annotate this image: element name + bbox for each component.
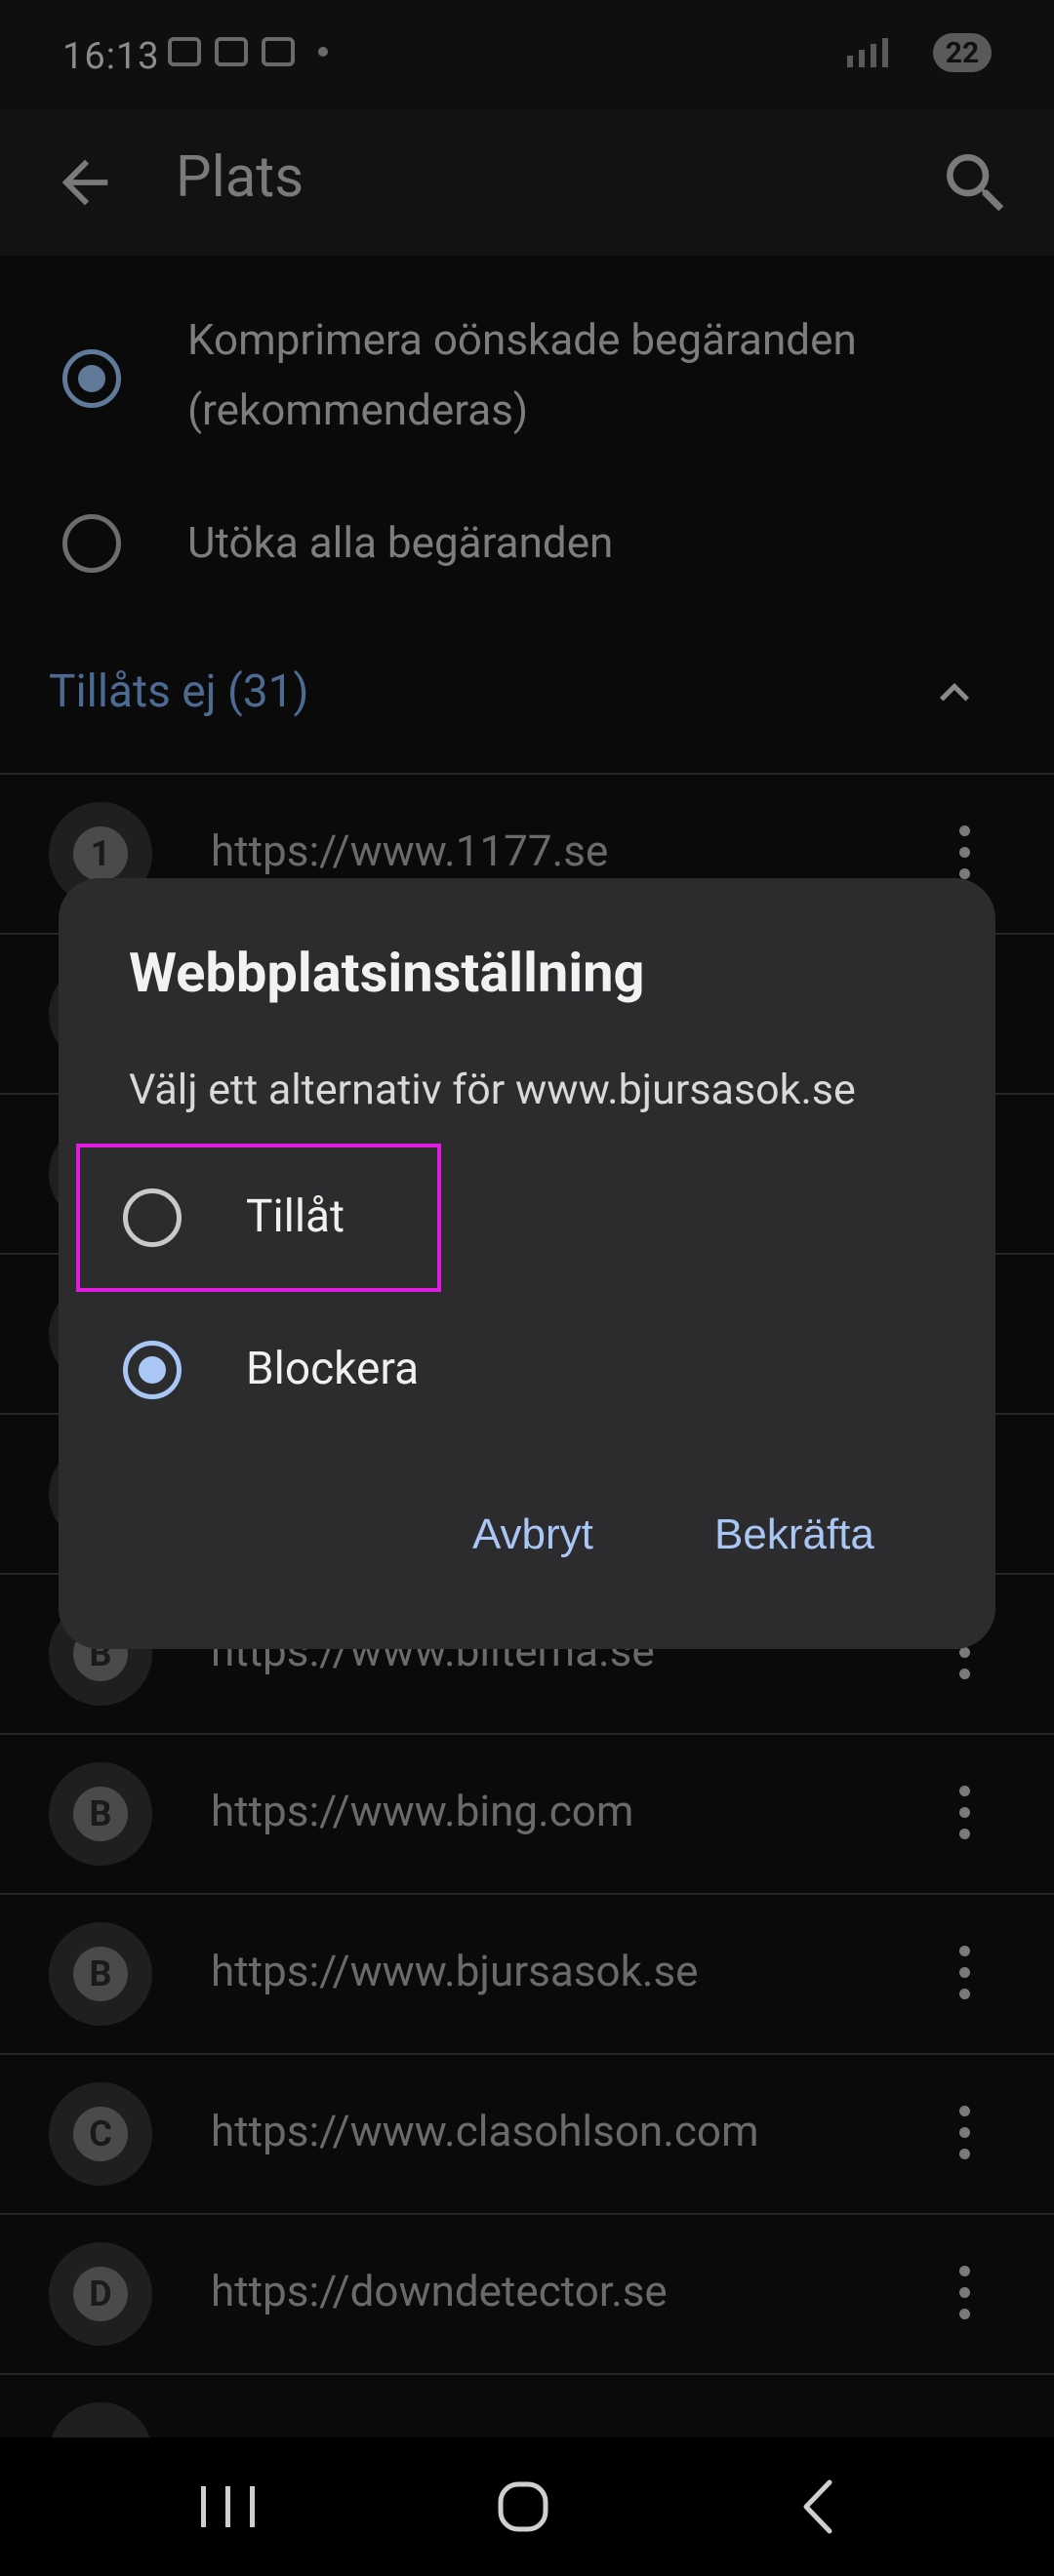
site-avatar: D: [49, 2242, 152, 2346]
confirm-button[interactable]: Bekräfta: [714, 1510, 874, 1559]
option-compress-requests[interactable]: Komprimera oönskade begäranden (rekommen…: [0, 304, 1054, 451]
option-expand-requests[interactable]: Utöka alla begäranden: [0, 490, 1054, 597]
dialog-subtitle: Välj ett alternativ för www.bjursasok.se: [129, 1066, 856, 1114]
site-url: https://www.1177.se: [211, 825, 609, 876]
cancel-button[interactable]: Avbryt: [472, 1510, 593, 1559]
site-settings-dialog: Webbplatsinställning Välj ett alternativ…: [59, 878, 995, 1649]
more-vert-icon[interactable]: [956, 1946, 972, 2008]
site-letter: C: [73, 2107, 128, 2161]
status-time: 16:13: [62, 35, 160, 78]
site-avatar: C: [49, 2082, 152, 2186]
site-letter: 1: [73, 826, 128, 881]
radio-selected-icon[interactable]: [62, 349, 121, 408]
back-arrow-icon[interactable]: [51, 148, 119, 217]
site-letter: B: [73, 1787, 128, 1841]
back-nav-icon[interactable]: [771, 2463, 869, 2551]
dialog-title: Webbplatsinställning: [129, 941, 645, 1005]
site-avatar: B: [49, 1922, 152, 2026]
blocked-section-header[interactable]: Tillåts ej (31): [49, 665, 309, 718]
signal-icon: [847, 36, 915, 69]
page-title: Plats: [176, 144, 304, 211]
highlight-box: [76, 1144, 441, 1292]
search-icon[interactable]: [937, 144, 1015, 222]
more-notifications-dot: [318, 47, 328, 57]
calendar-icon: [215, 37, 248, 66]
recents-icon[interactable]: [180, 2463, 277, 2551]
site-url: https://www.clasohlson.com: [211, 2106, 759, 2156]
app-bar: Plats: [0, 109, 1054, 256]
more-vert-icon[interactable]: [956, 2266, 972, 2328]
system-icons: 22: [847, 33, 992, 72]
site-row-clasohlson[interactable]: C https://www.clasohlson.com: [0, 2053, 1054, 2213]
option-block-label: Blockera: [246, 1343, 420, 1395]
cast-icon: [262, 37, 295, 66]
site-letter: D: [73, 2267, 128, 2321]
site-url: https://www.bing.com: [211, 1786, 634, 1836]
site-row-downdetector[interactable]: D https://downdetector.se: [0, 2213, 1054, 2373]
radio-selected-icon[interactable]: [123, 1341, 182, 1399]
site-avatar: [49, 2402, 152, 2437]
battery-indicator: 22: [933, 33, 992, 72]
notification-icons: [168, 37, 328, 66]
home-icon[interactable]: [474, 2463, 572, 2551]
option-label: Utöka alla begäranden: [187, 517, 614, 568]
radio-unselected-icon[interactable]: [62, 514, 121, 573]
site-url: https://downdetector.se: [211, 2266, 668, 2316]
site-row-partial[interactable]: [0, 2373, 1054, 2437]
more-vert-icon[interactable]: [956, 1786, 972, 1848]
chevron-up-icon[interactable]: [925, 664, 984, 722]
system-nav-bar: [0, 2437, 1054, 2576]
site-row-bing[interactable]: B https://www.bing.com: [0, 1733, 1054, 1893]
site-row-bjursasok[interactable]: B https://www.bjursasok.se: [0, 1893, 1054, 2053]
option-label: Komprimera oönskade begäranden (rekommen…: [187, 314, 857, 435]
more-vert-icon[interactable]: [956, 2106, 972, 2168]
site-letter: B: [73, 1947, 128, 2001]
site-avatar: B: [49, 1762, 152, 1866]
screenshot-icon: [168, 37, 201, 66]
status-bar: 16:13 22: [0, 0, 1054, 109]
option-block[interactable]: Blockera: [59, 1298, 995, 1444]
site-url: https://www.bjursasok.se: [211, 1946, 699, 1996]
